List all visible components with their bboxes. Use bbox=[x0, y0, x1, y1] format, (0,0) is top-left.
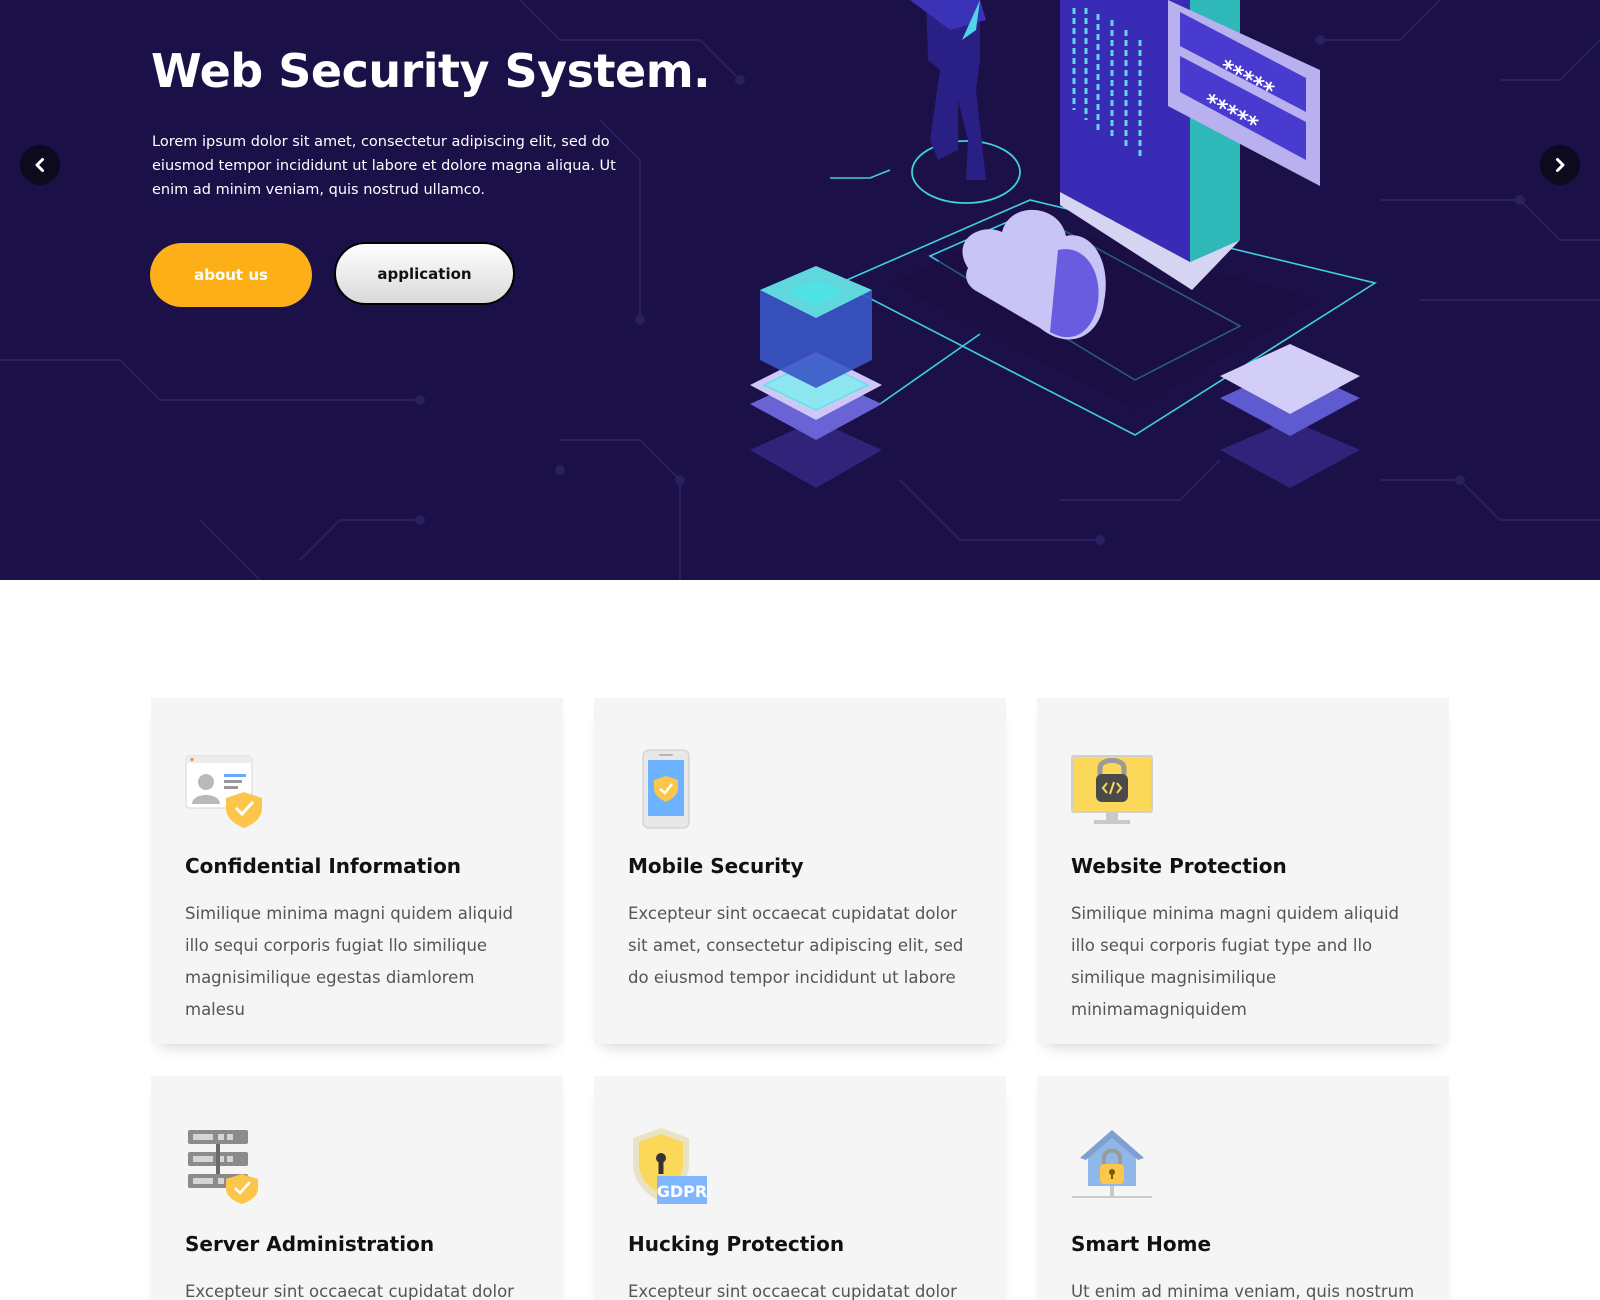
security-illustration: ***** ***** bbox=[750, 0, 1378, 488]
card-text: Similique minima magni quidem aliquid il… bbox=[185, 904, 514, 1019]
server-shield-icon bbox=[188, 1130, 258, 1204]
slider-next-button[interactable] bbox=[1540, 145, 1580, 185]
card-text: Excepteur sint occaecat cupidatat dolor … bbox=[628, 1282, 957, 1300]
person-figure bbox=[910, 0, 1021, 204]
hero-title: Web Security System. bbox=[151, 44, 711, 98]
service-card-mobile-security[interactable]: Mobile Security Excepteur sint occaecat … bbox=[594, 698, 1006, 1044]
service-card-hucking-protection[interactable]: GDPR Hucking Protection Excepteur sint o… bbox=[594, 1076, 1006, 1300]
card-title: Hucking Protection bbox=[628, 1232, 845, 1256]
card-text: Excepteur sint occaecat cupidatat dolor … bbox=[628, 904, 964, 987]
right-server-stack bbox=[1220, 344, 1360, 488]
service-card-server-administration[interactable]: Server Administration Excepteur sint occ… bbox=[151, 1076, 563, 1300]
house-lock-icon bbox=[1072, 1130, 1152, 1198]
about-us-button[interactable]: about us bbox=[150, 243, 312, 307]
slider-prev-button[interactable] bbox=[20, 145, 60, 185]
hero-banner: Web Security System. Lorem ipsum dolor s… bbox=[0, 0, 1600, 580]
service-card-confidential-information[interactable]: Confidential Information Similique minim… bbox=[151, 698, 563, 1044]
card-title: Server Administration bbox=[185, 1232, 435, 1256]
svg-text:GDPR: GDPR bbox=[657, 1182, 707, 1201]
id-card-shield-icon bbox=[185, 755, 262, 828]
service-card-smart-home[interactable]: Smart Home Ut enim ad minima veniam, qui… bbox=[1037, 1076, 1449, 1300]
card-text: Ut enim ad minima veniam, quis nostrum bbox=[1071, 1282, 1415, 1300]
card-title: Mobile Security bbox=[628, 854, 804, 878]
monitor-lock-icon bbox=[1071, 755, 1153, 824]
hero-description: Lorem ipsum dolor sit amet, consectetur … bbox=[152, 134, 616, 198]
mobile-shield-icon bbox=[642, 749, 690, 829]
chevron-left-icon bbox=[35, 158, 44, 172]
card-title: Website Protection bbox=[1071, 854, 1287, 878]
card-text: Excepteur sint occaecat cupidatat dolor … bbox=[185, 1282, 514, 1300]
card-title: Confidential Information bbox=[185, 854, 462, 878]
chevron-right-icon bbox=[1556, 158, 1565, 172]
card-title: Smart Home bbox=[1071, 1232, 1212, 1256]
left-server-stack bbox=[750, 266, 882, 488]
application-button[interactable]: application bbox=[334, 242, 515, 305]
service-card-website-protection[interactable]: Website Protection Similique minima magn… bbox=[1037, 698, 1449, 1044]
card-text: Similique minima magni quidem aliquid il… bbox=[1071, 904, 1400, 1019]
gdpr-shield-icon: GDPR bbox=[633, 1128, 707, 1204]
